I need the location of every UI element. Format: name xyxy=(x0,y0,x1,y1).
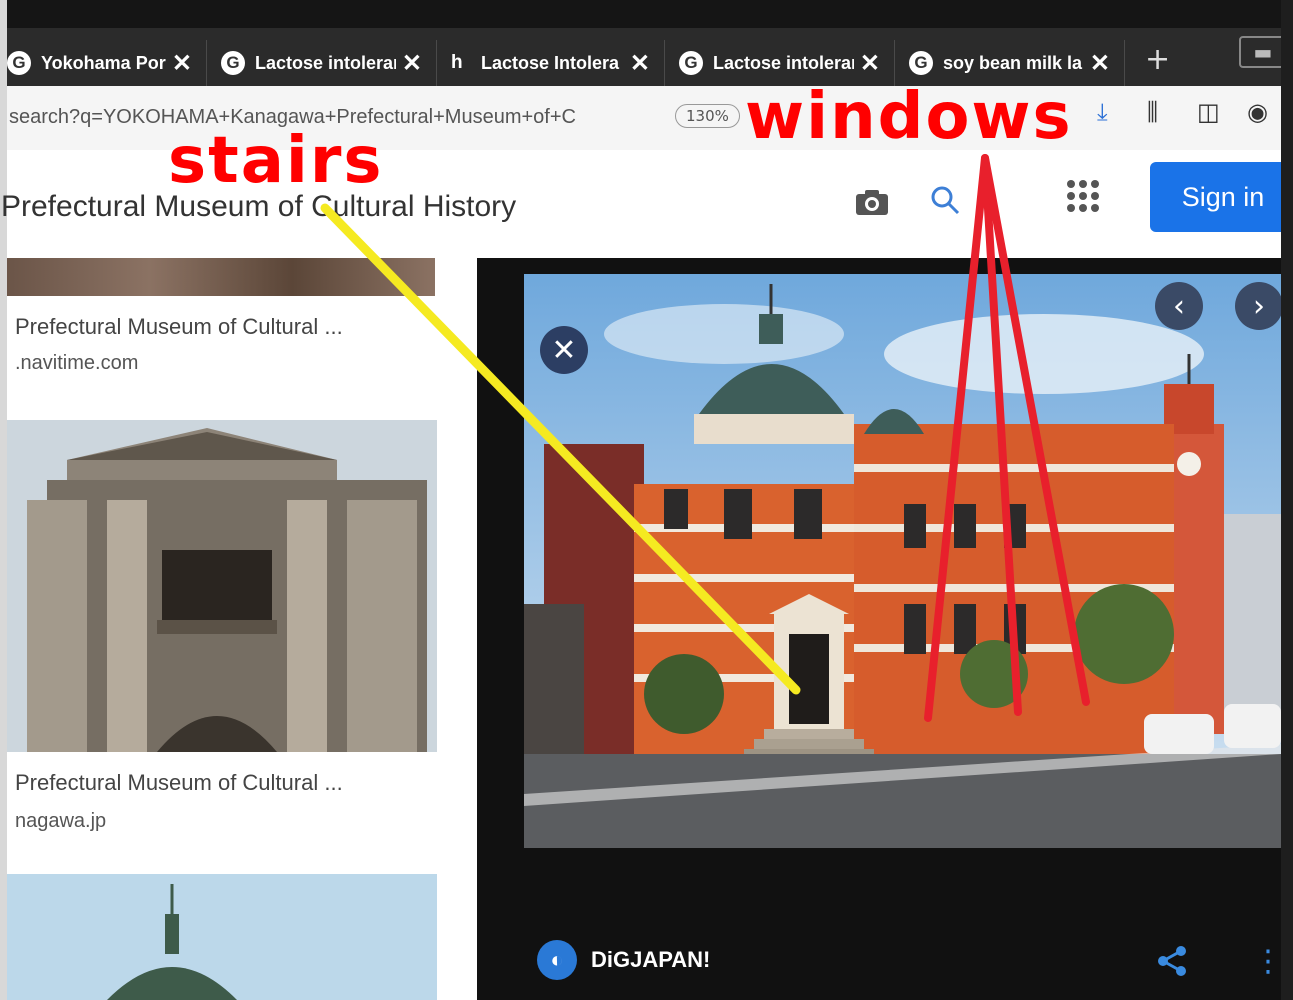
globe-icon: ◐ xyxy=(537,940,577,980)
share-icon[interactable] xyxy=(1155,944,1189,986)
google-icon: G xyxy=(7,51,31,75)
zoom-badge[interactable]: 130% xyxy=(675,104,740,128)
sidebar-icon[interactable]: ◫ xyxy=(1197,98,1220,126)
tab-bar: G Yokohama Port ✕ G Lactose intolerar ✕ … xyxy=(7,28,1287,86)
close-icon[interactable]: ✕ xyxy=(540,326,588,374)
result-domain: nagawa.jp xyxy=(15,810,107,832)
close-icon[interactable]: ✕ xyxy=(1090,49,1110,78)
close-icon[interactable]: ✕ xyxy=(860,49,880,78)
chevron-left-icon[interactable]: ‹ xyxy=(1155,282,1203,330)
search-icon[interactable] xyxy=(929,184,961,224)
new-tab-button[interactable]: + xyxy=(1145,42,1170,77)
tab-lactose-1[interactable]: G Lactose intolerar ✕ xyxy=(207,40,437,86)
google-icon: G xyxy=(679,51,703,75)
source-name: DiGJAPAN! xyxy=(591,947,711,972)
preview-image[interactable] xyxy=(524,274,1281,848)
chevron-right-icon[interactable]: › xyxy=(1235,282,1283,330)
result-title[interactable]: Prefectural Museum of Cultural ... xyxy=(15,770,343,796)
monitor-bezel-left xyxy=(0,0,7,1000)
stairs-annotation-label: stairs xyxy=(168,124,384,198)
monitor-bezel-top xyxy=(0,0,1293,28)
sign-in-button[interactable]: Sign in xyxy=(1150,162,1293,232)
account-icon[interactable]: ◉ xyxy=(1247,98,1268,126)
close-icon[interactable]: ✕ xyxy=(630,49,650,78)
minimize-icon[interactable]: ▬ xyxy=(1239,36,1287,68)
windows-annotation-label: windows xyxy=(745,80,1073,154)
google-icon: G xyxy=(909,51,933,75)
result-thumbnail[interactable] xyxy=(7,258,435,296)
apps-grid-icon[interactable] xyxy=(1067,180,1099,212)
result-thumbnail[interactable] xyxy=(7,874,437,1000)
google-icon: G xyxy=(221,51,245,75)
library-icon[interactable]: ⫼ xyxy=(1147,98,1158,126)
result-thumbnail[interactable] xyxy=(7,420,437,752)
more-vert-icon[interactable]: ⋮ xyxy=(1253,944,1283,979)
download-icon[interactable]: ⤓ xyxy=(1097,98,1108,126)
image-viewer-panel: ✕ ‹ › ◐ DiGJAPAN! ⋮ xyxy=(477,258,1283,1000)
image-source[interactable]: ◐ DiGJAPAN! xyxy=(537,940,710,980)
camera-icon[interactable] xyxy=(855,188,889,224)
close-icon[interactable]: ✕ xyxy=(402,49,422,78)
result-domain: .navitime.com xyxy=(15,352,139,374)
result-title[interactable]: Prefectural Museum of Cultural ... xyxy=(15,314,343,340)
h-icon: h xyxy=(451,52,463,73)
results-column: Prefectural Museum of Cultural ... .navi… xyxy=(7,258,477,1000)
tab-lactose-2[interactable]: h Lactose Intolera ✕ xyxy=(437,40,665,86)
tab-yokohama-port[interactable]: G Yokohama Port ✕ xyxy=(0,40,207,86)
monitor-bezel-right xyxy=(1281,0,1293,1000)
close-icon[interactable]: ✕ xyxy=(172,49,192,78)
